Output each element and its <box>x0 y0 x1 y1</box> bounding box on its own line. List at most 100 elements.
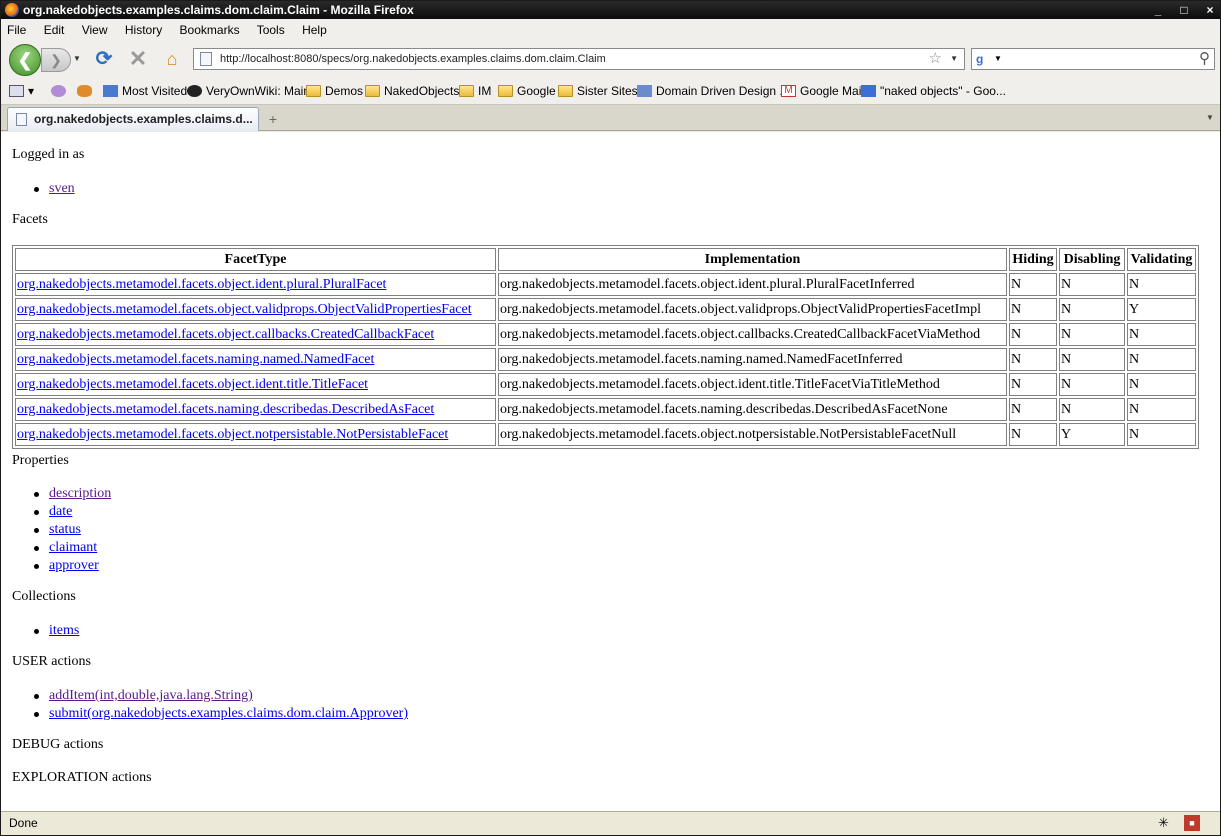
bookmark-naked-objects-search[interactable]: "naked objects" - Goo... <box>861 77 1006 104</box>
menu-history[interactable]: History <box>125 23 162 37</box>
table-row: org.nakedobjects.metamodel.facets.object… <box>15 273 1196 296</box>
facet-type-link[interactable]: org.nakedobjects.metamodel.facets.object… <box>17 327 434 342</box>
folder-icon <box>459 85 474 97</box>
facet-validating-cell: Y <box>1127 298 1196 321</box>
facet-hiding-cell: N <box>1009 373 1057 396</box>
facet-disabling-cell: N <box>1059 298 1125 321</box>
logged-in-heading: Logged in as <box>12 147 85 162</box>
facets-table: FacetType Implementation Hiding Disablin… <box>12 245 1199 449</box>
bookmark-folder-nakedobjects[interactable]: NakedObjects <box>365 77 459 104</box>
addon-status-icon[interactable]: ■ <box>1184 815 1200 831</box>
facet-implementation-cell: org.nakedobjects.metamodel.facets.object… <box>498 373 1007 396</box>
back-button[interactable]: ❮ <box>9 44 41 76</box>
close-button[interactable]: × <box>1204 1 1216 19</box>
bookmark-most-visited[interactable]: Most Visited <box>103 77 187 104</box>
facet-implementation-cell: org.nakedobjects.metamodel.facets.naming… <box>498 398 1007 421</box>
facet-type-link[interactable]: org.nakedobjects.metamodel.facets.object… <box>17 277 386 292</box>
url-text: http://localhost:8080/specs/org.nakedobj… <box>220 53 606 65</box>
search-box[interactable]: g ▼ ⚲ <box>971 48 1215 70</box>
folder-icon <box>498 85 513 97</box>
facet-validating-cell: N <box>1127 348 1196 371</box>
list-item: sven <box>31 180 75 198</box>
facet-disabling-cell: N <box>1059 323 1125 346</box>
bookmark-ddd[interactable]: Domain Driven Design ... <box>637 77 789 104</box>
bookmark-star-icon[interactable]: ☆ <box>929 49 942 69</box>
bookmark-label: IM <box>478 84 492 98</box>
collection-link-items[interactable]: items <box>49 623 79 638</box>
status-text: Done <box>9 816 38 830</box>
tab-claim[interactable]: org.nakedobjects.examples.claims.d... <box>7 107 259 131</box>
maximize-button[interactable]: □ <box>1178 1 1190 19</box>
facets-table-body: org.nakedobjects.metamodel.facets.object… <box>15 273 1196 446</box>
new-tab-button[interactable]: + <box>261 109 285 129</box>
facet-hiding-cell: N <box>1009 273 1057 296</box>
menu-tools[interactable]: Tools <box>257 23 285 37</box>
column-header-disabling: Disabling <box>1059 248 1125 271</box>
bookmark-label: "naked objects" - Goo... <box>880 84 1006 98</box>
facet-disabling-cell: N <box>1059 348 1125 371</box>
facet-type-link[interactable]: org.nakedobjects.metamodel.facets.naming… <box>17 352 374 367</box>
facet-type-link[interactable]: org.nakedobjects.metamodel.facets.object… <box>17 302 472 317</box>
menu-bar: File Edit View History Bookmarks Tools H… <box>1 19 1220 41</box>
reload-icon[interactable]: ⟳ <box>93 48 115 70</box>
bookmark-label: VeryOwnWiki: Main <box>206 84 311 98</box>
bookmark-label: Demos <box>325 84 364 98</box>
table-cell: org.nakedobjects.metamodel.facets.object… <box>15 423 496 446</box>
facet-hiding-cell: N <box>1009 298 1057 321</box>
firebug-icon[interactable] <box>77 77 96 104</box>
facet-hiding-cell: N <box>1009 323 1057 346</box>
stop-icon[interactable]: ✕ <box>127 48 149 70</box>
menu-file[interactable]: File <box>7 23 26 37</box>
window-title: org.nakedobjects.examples.claims.dom.cla… <box>23 3 414 17</box>
google-icon[interactable]: g <box>976 52 992 66</box>
property-link-description[interactable]: description <box>49 486 111 501</box>
bookmark-folder-google[interactable]: Google <box>498 77 556 104</box>
menu-bookmarks[interactable]: Bookmarks <box>180 23 240 37</box>
bookmark-google-mail[interactable]: M Google Mail <box>781 77 865 104</box>
search-icon[interactable]: ⚲ <box>1199 50 1210 68</box>
facet-validating-cell: N <box>1127 323 1196 346</box>
firebug-status-icon[interactable]: ✳ <box>1158 815 1174 831</box>
facet-implementation-cell: org.nakedobjects.metamodel.facets.object… <box>498 273 1007 296</box>
bookmark-veryownwiki[interactable]: VeryOwnWiki: Main <box>187 77 311 104</box>
search-engine-dropdown-icon[interactable]: ▼ <box>994 49 1002 69</box>
bookmark-folder-demos[interactable]: Demos <box>306 77 364 104</box>
property-link-status[interactable]: status <box>49 522 81 537</box>
user-link[interactable]: sven <box>49 181 75 196</box>
table-row: org.nakedobjects.metamodel.facets.object… <box>15 423 1196 446</box>
table-cell: org.nakedobjects.metamodel.facets.naming… <box>15 398 496 421</box>
column-header-implementation: Implementation <box>498 248 1007 271</box>
user-list: sven <box>31 180 75 198</box>
facet-type-link[interactable]: org.nakedobjects.metamodel.facets.object… <box>17 377 368 392</box>
menu-view[interactable]: View <box>82 23 108 37</box>
facet-type-link[interactable]: org.nakedobjects.metamodel.facets.object… <box>17 427 448 442</box>
menu-edit[interactable]: Edit <box>44 23 65 37</box>
bookmark-folder-im[interactable]: IM <box>459 77 492 104</box>
collections-list: items <box>31 622 79 640</box>
list-item: description <box>31 485 111 503</box>
url-dropdown-icon[interactable]: ▼ <box>950 49 958 69</box>
folder-icon <box>365 85 380 97</box>
property-link-claimant[interactable]: claimant <box>49 540 97 555</box>
bookmark-label: Google Mail <box>800 84 865 98</box>
action-link-submit[interactable]: submit(org.nakedobjects.examples.claims.… <box>49 706 408 721</box>
action-link-additem[interactable]: addItem(int,double,java.lang.String) <box>49 688 253 703</box>
minimize-button[interactable]: _ <box>1152 1 1164 19</box>
facet-type-link[interactable]: org.nakedobjects.metamodel.facets.naming… <box>17 402 434 417</box>
bookmarklet-icon[interactable] <box>51 77 70 104</box>
url-bar[interactable]: http://localhost:8080/specs/org.nakedobj… <box>193 48 965 70</box>
table-cell: org.nakedobjects.metamodel.facets.object… <box>15 373 496 396</box>
bookmarks-menu-icon[interactable]: ▾ <box>9 77 34 104</box>
menu-help[interactable]: Help <box>302 23 327 37</box>
property-link-date[interactable]: date <box>49 504 72 519</box>
history-dropdown-icon[interactable]: ▼ <box>73 54 81 63</box>
table-row: org.nakedobjects.metamodel.facets.object… <box>15 373 1196 396</box>
tab-list-dropdown-icon[interactable]: ▼ <box>1202 109 1218 127</box>
page-icon <box>200 52 212 66</box>
page-icon <box>16 113 27 126</box>
home-icon[interactable]: ⌂ <box>161 48 183 70</box>
property-link-approver[interactable]: approver <box>49 558 99 573</box>
bookmark-folder-sister-sites[interactable]: Sister Sites <box>558 77 638 104</box>
facet-hiding-cell: N <box>1009 423 1057 446</box>
forward-button[interactable]: ❯ <box>41 48 71 72</box>
